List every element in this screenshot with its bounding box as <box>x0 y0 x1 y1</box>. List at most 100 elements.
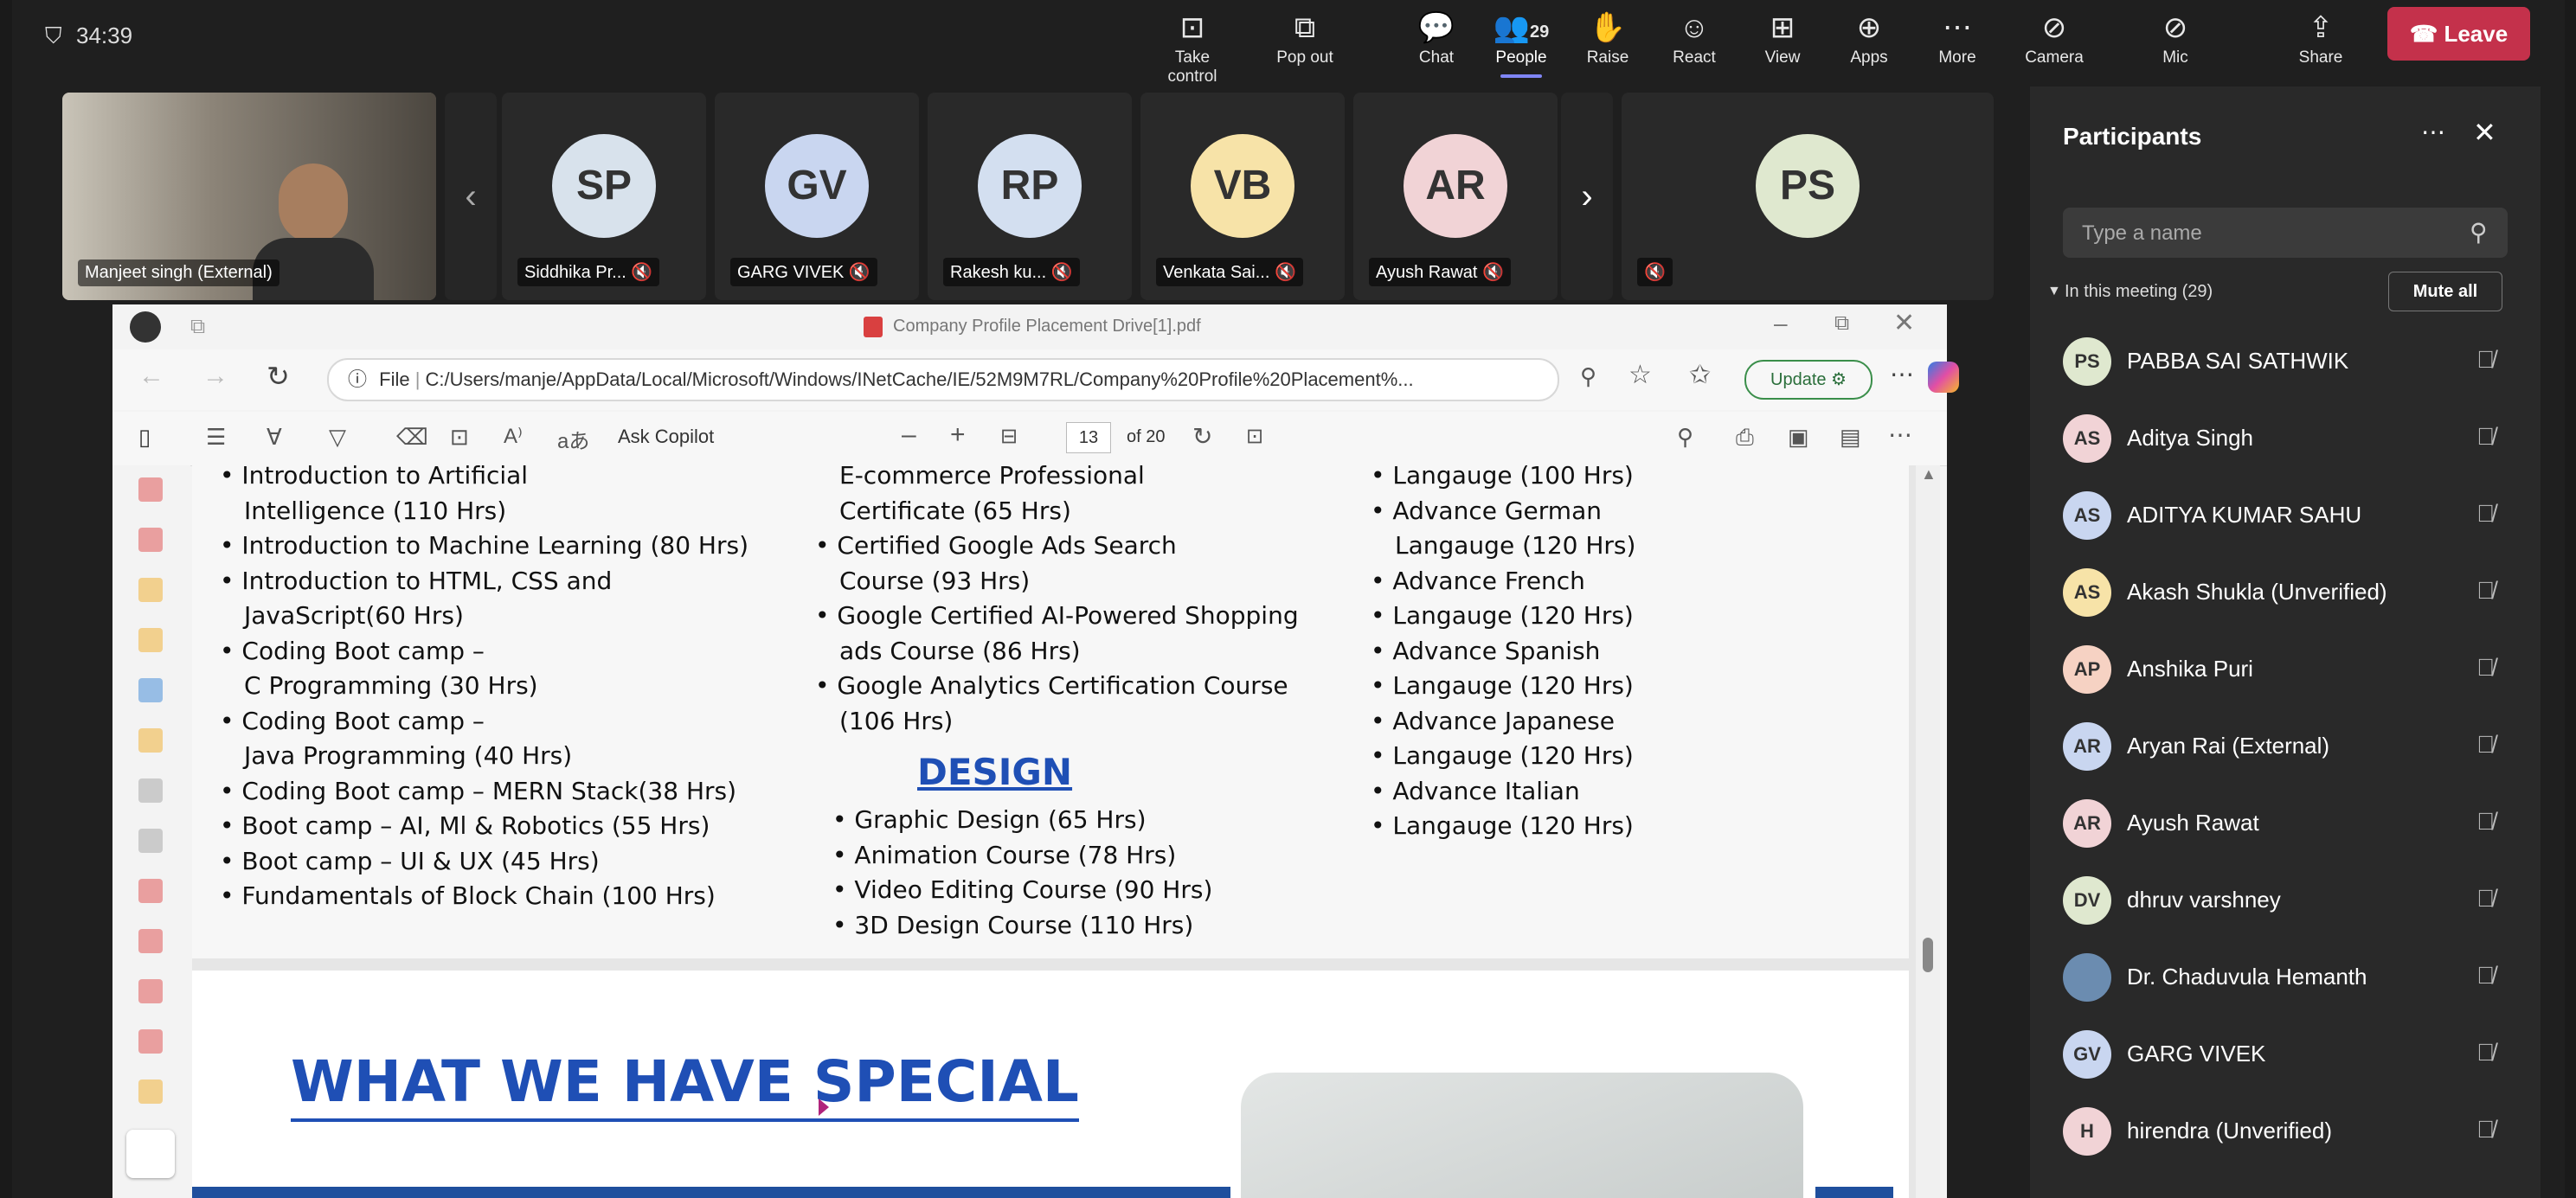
share-button[interactable]: ⇪ Share <box>2283 7 2359 67</box>
zoom-icon[interactable]: ⚲ <box>1580 363 1596 390</box>
more-icon[interactable]: ⋯ <box>1890 360 1914 388</box>
mic-off-icon[interactable]: 🎙̸ <box>2476 808 2495 836</box>
close-window-button[interactable]: ✕ <box>1893 308 1915 338</box>
mic-off-icon[interactable]: 🎙̸ <box>2476 654 2495 682</box>
mic-off-icon[interactable]: 🎙̸ <box>2476 731 2495 759</box>
camera-button[interactable]: ⊘ Camera <box>2016 7 2092 67</box>
participant-row[interactable]: AP Anshika Puri 🎙̸ <box>2063 638 2513 699</box>
favorites-icon[interactable]: ✩ <box>1689 360 1711 390</box>
leave-button[interactable]: ☎ Leave <box>2387 7 2530 61</box>
read-aloud-icon[interactable]: A⁾ <box>504 424 523 449</box>
participant-row[interactable]: DV dhruv varshney 🎙̸ <box>2063 869 2513 930</box>
participant-row[interactable]: Dr. Chaduvula Hemanth 🎙̸ <box>2063 946 2513 1007</box>
panel-more-icon[interactable]: ⋯ <box>2421 118 2445 146</box>
zoom-out-icon[interactable]: – <box>902 420 916 450</box>
scroll-up-icon[interactable]: ▲ <box>1921 465 1937 484</box>
rotate-icon[interactable]: ↻ <box>1192 422 1212 451</box>
sidebar-file-icon[interactable] <box>138 979 163 1003</box>
fit-page-icon[interactable]: ⊟ <box>1000 424 1018 449</box>
participant-row[interactable]: AR Aryan Rai (External) 🎙̸ <box>2063 715 2513 776</box>
restore-button[interactable]: ⧉ <box>1834 311 1849 336</box>
contents-icon[interactable]: ☰ <box>206 424 226 451</box>
sidebar-file-icon[interactable] <box>138 678 163 702</box>
video-tile-rp[interactable]: RP Rakesh ku... 🔇 <box>928 93 1132 300</box>
scrollbar-thumb[interactable] <box>1923 938 1933 972</box>
participant-search-input[interactable]: Type a name ⚲ <box>2063 208 2508 258</box>
save-as-icon[interactable]: ▤ <box>1840 424 1861 451</box>
add-text-icon[interactable]: ⊡ <box>450 424 469 451</box>
participant-row[interactable]: Hhirendra (Unverified) 🎙̸ <box>2063 1100 2513 1161</box>
sidebar-file-icon[interactable] <box>138 1079 163 1104</box>
sidebar-file-icon[interactable] <box>138 929 163 953</box>
sidebar-file-icon[interactable] <box>138 578 163 602</box>
active-pdf-icon[interactable] <box>126 1130 175 1178</box>
participant-row[interactable]: GV GARG VIVEK 🎙̸ <box>2063 1023 2513 1084</box>
next-videos-button[interactable]: › <box>1561 93 1613 300</box>
video-tile-sp[interactable]: SP Siddhika Pr... 🔇 <box>502 93 706 300</box>
video-tile-ps[interactable]: PS 🔇 <box>1622 93 1994 300</box>
react-button[interactable]: ☺ React <box>1656 7 1732 67</box>
update-button[interactable]: Update ⚙ <box>1744 360 1873 400</box>
in-meeting-header[interactable]: In this meeting (29) <box>2065 282 2213 302</box>
page-view-icon[interactable]: ⊡ <box>1246 424 1263 449</box>
mic-off-icon[interactable]: 🎙̸ <box>2476 423 2495 451</box>
sidebar-file-icon[interactable] <box>138 477 163 502</box>
address-bar[interactable]: ⓘ File | C:/Users/manje/AppData/Local/Mi… <box>327 358 1559 401</box>
take-control-button[interactable]: ⊡ Take control <box>1154 7 1230 86</box>
mic-off-icon[interactable]: 🎙̸ <box>2476 962 2495 990</box>
search-icon[interactable]: ⚲ <box>1677 424 1693 451</box>
mic-button[interactable]: ⊘ Mic <box>2137 7 2213 67</box>
people-button[interactable]: 👥29 People <box>1483 7 1559 78</box>
sidebar-toggle-icon[interactable]: ▯ <box>138 424 151 451</box>
mute-all-button[interactable]: Mute all <box>2388 272 2502 311</box>
sidebar-file-icon[interactable] <box>138 778 163 803</box>
zoom-in-icon[interactable]: + <box>950 420 966 450</box>
chat-button[interactable]: 💬 Chat <box>1398 7 1474 67</box>
video-tile-ar[interactable]: AR Ayush Rawat 🔇 <box>1353 93 1558 300</box>
participant-row[interactable]: AS Aditya Singh 🎙̸ <box>2063 407 2513 468</box>
mic-off-icon[interactable]: 🎙̸ <box>2476 500 2495 528</box>
tab-actions-icon[interactable]: ⧉ <box>190 315 205 339</box>
translate-icon[interactable]: aあ <box>557 424 589 454</box>
participant-row[interactable]: PS PABBA SAI SATHWIK 🎙̸ <box>2063 330 2513 391</box>
view-button[interactable]: ⊞ View <box>1744 7 1821 67</box>
mic-off-icon[interactable]: 🎙̸ <box>2476 1116 2495 1144</box>
back-icon[interactable]: ← <box>138 362 164 391</box>
mic-off-icon[interactable]: 🎙̸ <box>2476 577 2495 605</box>
apps-button[interactable]: ⊕ Apps <box>1831 7 1907 67</box>
self-video-tile[interactable]: Manjeet singh (External) <box>62 93 436 300</box>
participant-row[interactable]: AS ADITYA KUMAR SAHU 🎙̸ <box>2063 484 2513 545</box>
sidebar-file-icon[interactable] <box>138 528 163 552</box>
draw-icon[interactable]: ▽ <box>329 424 346 451</box>
minimize-button[interactable]: – <box>1774 310 1788 337</box>
close-panel-icon[interactable]: ✕ <box>2473 116 2496 149</box>
mic-off-icon[interactable]: 🎙̸ <box>2476 885 2495 913</box>
favorite-star-icon[interactable]: ☆ <box>1628 360 1652 390</box>
pdf-scrollbar[interactable]: ▲ <box>1916 465 1940 1198</box>
participant-row[interactable]: AR Ayush Rawat 🎙̸ <box>2063 792 2513 853</box>
video-tile-gv[interactable]: GV GARG VIVEK 🔇 <box>715 93 919 300</box>
highlight-icon[interactable]: ∀ <box>267 424 282 451</box>
more-tools-icon[interactable]: ⋯ <box>1888 420 1912 449</box>
raise-button[interactable]: ✋ Raise <box>1570 7 1646 67</box>
page-number-input[interactable]: 13 <box>1066 422 1111 453</box>
save-icon[interactable]: ▣ <box>1788 424 1809 451</box>
mic-off-icon[interactable]: 🎙̸ <box>2476 346 2495 374</box>
mic-off-icon[interactable]: 🎙̸ <box>2476 1039 2495 1067</box>
ask-copilot-button[interactable]: Ask Copilot <box>618 426 714 448</box>
erase-icon[interactable]: ⌫ <box>396 424 428 451</box>
sidebar-file-icon[interactable] <box>138 728 163 753</box>
previous-videos-button[interactable]: ‹ <box>445 93 497 300</box>
pop-out-button[interactable]: ⧉ Pop out <box>1267 7 1343 67</box>
sidebar-file-icon[interactable] <box>138 628 163 652</box>
more-button[interactable]: ⋯ More <box>1919 7 1995 67</box>
refresh-icon[interactable]: ↻ <box>267 360 290 393</box>
video-tile-vb[interactable]: VB Venkata Sai... 🔇 <box>1140 93 1345 300</box>
chevron-down-icon[interactable]: ▼ <box>2047 284 2061 299</box>
print-icon[interactable]: ⎙ <box>1736 424 1754 452</box>
copilot-icon[interactable] <box>1928 362 1959 393</box>
sidebar-file-icon[interactable] <box>138 1029 163 1054</box>
sidebar-file-icon[interactable] <box>138 879 163 903</box>
sidebar-file-icon[interactable] <box>138 829 163 853</box>
participant-row[interactable]: AS Akash Shukla (Unverified) 🎙̸ <box>2063 561 2513 622</box>
